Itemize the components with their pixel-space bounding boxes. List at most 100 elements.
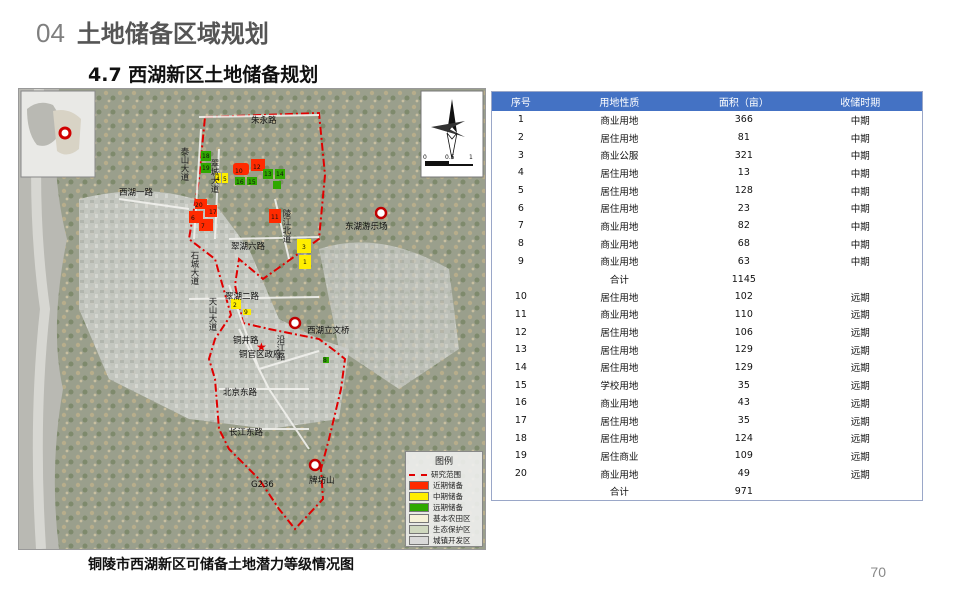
parcel-label: 16 [236,179,244,186]
compass-scale: 0 0.5 1 [420,90,484,178]
table-cell: 23 [737,202,750,214]
table-row: 4 居住用地 13 中期 [492,164,922,182]
table-cell: 居住用地 [600,168,639,180]
poi-marker [288,316,302,330]
poi-marker [308,458,322,472]
table-cell: 居住用地 [600,204,639,216]
parcel-label: 2 [233,302,237,309]
legend-title: 图例 [434,457,453,467]
legend-item: 城镇开发区 [409,535,479,546]
table-cell: 13 [737,167,750,179]
table-cell: 8 [517,238,524,250]
subtotal-row: 合计 971 [492,482,922,500]
table-cell: 居住用地 [600,345,639,357]
table-cell: 居住用地 [600,416,639,428]
table-cell: 18 [514,432,527,444]
planning-map: 18 19 20 17 10 12 13 14 15 16 11 4 5 3 1… [18,88,486,550]
table-row: 9 商业用地 63 中期 [492,253,922,271]
legend-swatch [409,492,429,501]
table-cell: 远期 [850,398,870,410]
parcel-label: 3 [302,244,306,251]
table-cell: 10 [514,291,527,303]
table-row: 16 商业用地 43 远期 [492,394,922,412]
parcel-label: 11 [271,214,279,221]
map-label: 翠湖六路 [231,241,266,252]
legend-item: 研究范围 [409,469,479,480]
parcel-label: 20 [195,202,203,209]
map-label: 沿江路 [275,335,285,361]
legend-swatch [409,503,429,512]
map-label: 朱永路 [251,115,277,126]
legend-label: 中期储备 [433,492,463,501]
table-cell: 35 [737,379,750,391]
scale-label: 1 [469,154,473,161]
table-cell: 中期 [850,204,870,216]
table-row: 8 商业用地 68 中期 [492,235,922,253]
table-cell: 中期 [850,168,870,180]
map-label: 西湖立文桥 [307,325,350,336]
table-row: 11 商业用地 110 远期 [492,306,922,324]
parcel-label: 5 [223,176,227,183]
table-cell: 102 [734,291,753,303]
table-row: 12 居住用地 106 远期 [492,323,922,341]
legend-label: 城镇开发区 [433,536,471,545]
table-row: 15 学校用地 35 远期 [492,376,922,394]
table-cell: 商业用地 [600,469,639,481]
table-cell: 3 [517,149,524,161]
table-cell: 15 [514,379,527,391]
table-cell: 中期 [850,221,870,233]
legend-label: 远期储备 [433,503,463,512]
table-cell: 商业公服 [600,151,639,163]
column-header: 面积（亩） [689,92,799,111]
table-row: 13 居住用地 129 远期 [492,341,922,359]
table-cell: 63 [737,255,750,267]
table-cell: 16 [514,397,527,409]
table-cell: 居住用地 [600,292,639,304]
scale-label: 0.5 [445,154,455,161]
table-cell: 17 [514,415,527,427]
column-header: 用地性质 [549,92,690,111]
table-cell: 7 [517,220,524,232]
parcel-label: 6 [191,215,195,222]
table-cell: 中期 [850,186,870,198]
table-cell: 12 [514,326,527,338]
legend-swatch [409,536,429,545]
table-cell: 商业用地 [600,398,639,410]
map-label: 长江东路 [229,427,264,438]
table-row: 14 居住用地 129 远期 [492,359,922,377]
table-row: 1 商业用地 366 中期 [492,111,922,129]
legend-item: 中期储备 [409,491,479,502]
table-row: 18 居住用地 124 远期 [492,429,922,447]
map-label: 天山大道 [207,297,217,331]
table-cell: 43 [737,397,750,409]
table-cell: 中期 [850,151,870,163]
table-cell: 128 [734,185,753,197]
table-row: 17 居住用地 35 远期 [492,412,922,430]
table-row: 2 居住用地 81 中期 [492,129,922,147]
table-cell: 商业用地 [600,115,639,127]
table-row: 5 居住用地 128 中期 [492,182,922,200]
table-cell: 20 [514,468,527,480]
table-cell: 中期 [850,239,870,251]
legend-item: 基本农田区 [409,513,479,524]
table-cell: 商业用地 [600,257,639,269]
legend-label: 近期储备 [433,481,463,490]
table-cell: 6 [517,202,524,214]
legend-swatch [409,514,429,523]
table-row: 19 居住商业 109 远期 [492,447,922,465]
land-reserve-table: 序号 用地性质 面积（亩） 收储时期 1 商业用地 366 中期 2 居住用地 81 中期 3 商… [491,91,923,501]
table-cell: 1 [517,114,524,126]
map-label: 翠城大道 [209,159,219,193]
table-cell: 13 [514,344,527,356]
table-cell: 中期 [850,133,870,145]
table-cell: 中期 [850,115,870,127]
table-cell: 19 [514,450,527,462]
section-number: 04 [36,18,65,48]
map-label: 北京东路 [223,387,258,398]
table-cell: 14 [514,361,527,373]
inset-locator-map [20,90,96,178]
legend-swatch [409,473,427,476]
table-cell: 124 [734,432,753,444]
table-cell: 远期 [850,328,870,340]
table-cell: 129 [734,344,753,356]
